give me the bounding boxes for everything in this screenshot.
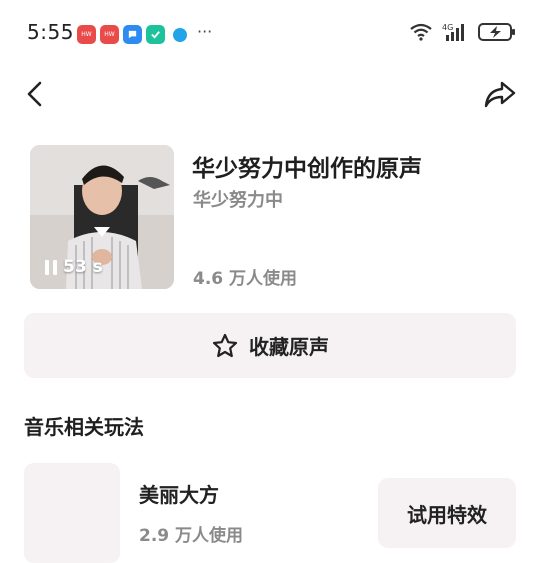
star-outline-icon	[212, 333, 238, 357]
system-icons: 4G	[410, 22, 516, 42]
share-arrow-icon	[484, 81, 516, 108]
effect-usage-count: 2.9 万人使用	[139, 526, 244, 546]
duration-text: 53 s	[63, 257, 103, 277]
status-bar: 5:55 HW HW ··· 4G	[0, 0, 540, 66]
cellular-signal-icon: 4G	[442, 23, 464, 41]
sound-usage-count: 4.6 万人使用	[193, 269, 298, 289]
browser-icon	[173, 27, 187, 42]
top-nav	[0, 66, 540, 126]
favorite-button-label: 收藏原声	[249, 335, 329, 359]
security-icon	[146, 25, 165, 44]
notification-icons: HW HW ···	[77, 22, 213, 44]
battery-charging-icon	[478, 23, 515, 41]
effect-name: 美丽大方	[139, 483, 219, 507]
huawei-app-icon: HW	[100, 25, 119, 44]
favorite-sound-button[interactable]: 收藏原声	[24, 313, 516, 378]
duration-badge: 53 s	[45, 257, 103, 277]
chevron-left-icon	[27, 81, 42, 107]
back-button[interactable]	[20, 78, 52, 110]
try-effect-button[interactable]: 试用特效	[378, 478, 516, 548]
status-time: 5:55	[27, 20, 74, 44]
sound-cover[interactable]: 53 s	[30, 145, 174, 289]
try-effect-label: 试用特效	[407, 502, 487, 527]
effect-thumbnail[interactable]	[24, 463, 120, 563]
pause-icon	[45, 259, 57, 275]
section-title: 音乐相关玩法	[24, 415, 144, 439]
sound-title: 华少努力中创作的原声	[192, 156, 422, 182]
message-icon	[123, 25, 142, 44]
huawei-app-icon: HW	[77, 25, 96, 44]
share-button[interactable]	[482, 76, 518, 112]
wifi-icon	[410, 23, 432, 41]
sound-author[interactable]: 华少努力中	[193, 186, 283, 212]
more-notifications-icon: ···	[197, 22, 213, 41]
network-type-label: 4G	[442, 23, 453, 32]
